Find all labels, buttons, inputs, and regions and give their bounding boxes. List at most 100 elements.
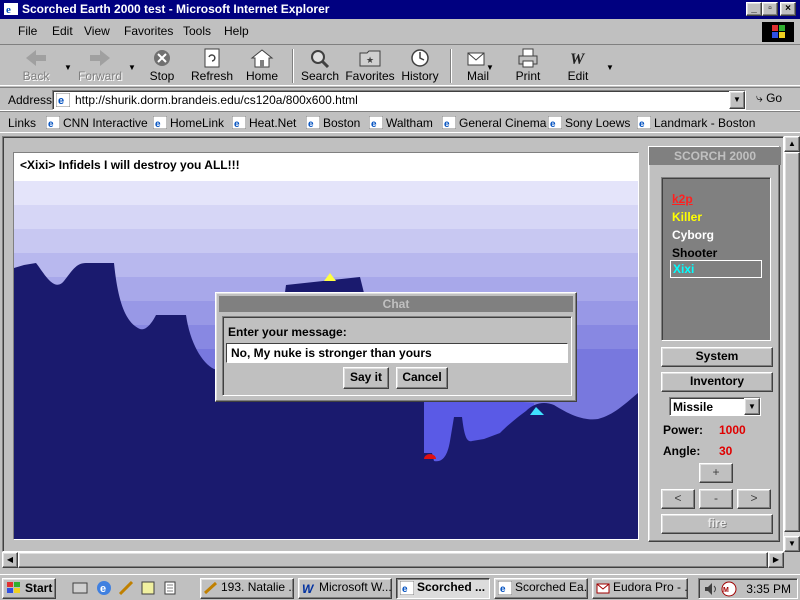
forward-arrow-icon <box>90 50 110 66</box>
print-button[interactable]: Print <box>500 47 556 85</box>
stop-button[interactable]: Stop <box>134 47 190 85</box>
task-eudora-pro[interactable]: Eudora Pro - ... <box>592 578 688 599</box>
mail-button[interactable]: Mail <box>450 47 506 85</box>
edit-dropdown-icon[interactable]: ▼ <box>606 63 614 72</box>
menu-view[interactable]: View <box>84 24 110 38</box>
player-killer[interactable]: Killer <box>672 210 702 224</box>
channels-icon[interactable] <box>118 580 134 596</box>
edit-button[interactable]: W Edit <box>550 47 606 85</box>
address-dropdown-button[interactable]: ▼ <box>729 91 745 109</box>
forward-button[interactable]: Forward <box>72 47 128 85</box>
task-microsoft-word[interactable]: W Microsoft W... <box>298 578 392 599</box>
scroll-up-icon[interactable]: ▲ <box>784 136 800 152</box>
menu-favorites[interactable]: Favorites <box>124 24 173 38</box>
inventory-button[interactable]: Inventory <box>661 372 773 392</box>
player-k2p[interactable]: k2p <box>672 192 693 206</box>
link-waltham[interactable]: e Waltham <box>369 116 433 130</box>
link-heat-net[interactable]: e Heat.Net <box>232 116 296 130</box>
angle-value: 30 <box>719 444 733 458</box>
chat-message-input[interactable]: No, My nuke is stronger than yours <box>226 343 568 363</box>
volume-icon[interactable] <box>703 581 719 597</box>
svg-text:e: e <box>234 119 240 129</box>
system-button[interactable]: System <box>661 347 773 367</box>
search-button[interactable]: Search <box>292 47 348 85</box>
horizontal-scrollbar[interactable]: ◀ ▶ <box>2 552 784 568</box>
back-button[interactable]: Back <box>8 47 64 85</box>
link-homelink[interactable]: e HomeLink <box>153 116 224 130</box>
printer-icon <box>518 48 538 68</box>
chat-prompt-label: Enter your message: <box>228 325 347 339</box>
link-page-icon: e <box>46 116 60 129</box>
task-scorched-earth[interactable]: e Scorched Ea... <box>494 578 588 599</box>
notepad-icon[interactable] <box>162 580 178 596</box>
task-scorched-active[interactable]: e Scorched ... <box>396 578 490 599</box>
svg-text:M: M <box>723 587 729 594</box>
back-dropdown-icon[interactable]: ▼ <box>64 63 72 72</box>
links-bar: Links e CNN Interactive e HomeLink e Heat.N… <box>0 111 800 133</box>
scroll-down-icon[interactable]: ▼ <box>784 536 800 552</box>
history-button[interactable]: History <box>392 47 448 85</box>
home-button[interactable]: Home <box>234 47 290 85</box>
menu-tools[interactable]: Tools <box>183 24 211 38</box>
outlook-icon[interactable] <box>140 580 156 596</box>
svg-text:★: ★ <box>366 55 374 65</box>
svg-text:W: W <box>302 582 315 595</box>
menu-file[interactable]: File <box>18 24 37 38</box>
decrease-button[interactable]: - <box>699 489 733 509</box>
increase-button[interactable]: + <box>699 463 733 483</box>
menu-help[interactable]: Help <box>224 24 249 38</box>
task-natalie[interactable]: 193. Natalie ... <box>200 578 294 599</box>
right-button[interactable]: > <box>737 489 771 509</box>
say-it-button[interactable]: Say it <box>343 367 389 389</box>
link-page-icon: e <box>153 116 167 129</box>
clock: 3:35 PM <box>746 582 791 596</box>
menu-edit[interactable]: Edit <box>52 24 73 38</box>
mail-dropdown-icon[interactable]: ▼ <box>486 63 494 72</box>
address-input[interactable]: e http://shurik.dorm.brandeis.edu/cs120a… <box>52 90 746 110</box>
svg-text:e: e <box>444 119 450 129</box>
ie-quicklaunch-icon[interactable]: e <box>96 580 112 596</box>
angle-label: Angle: <box>663 444 701 458</box>
scroll-right-icon[interactable]: ▶ <box>768 552 784 568</box>
scroll-left-icon[interactable]: ◀ <box>2 552 18 568</box>
refresh-button[interactable]: Refresh <box>184 47 240 85</box>
svg-text:e: e <box>639 119 645 129</box>
minimize-button[interactable]: _ <box>746 2 762 16</box>
close-button[interactable]: × <box>780 2 796 16</box>
favorites-button[interactable]: ★ Favorites <box>342 47 398 85</box>
maximize-button[interactable]: ▫ <box>762 2 778 16</box>
control-panel: SCORCH 2000 k2p Killer Cyborg Shooter Xi… <box>648 146 781 542</box>
link-boston[interactable]: e Boston <box>306 116 360 130</box>
refresh-icon <box>204 48 220 68</box>
ie-page-icon: e <box>498 581 512 595</box>
left-button[interactable]: < <box>661 489 695 509</box>
link-general-cinema[interactable]: e General Cinema <box>442 116 546 130</box>
fire-button[interactable]: fire <box>661 514 773 534</box>
address-url: http://shurik.dorm.brandeis.edu/cs120a/8… <box>75 93 358 107</box>
go-button[interactable]: ⤷ Go <box>756 91 782 106</box>
player-xixi[interactable]: Xixi <box>670 260 762 278</box>
link-cnn-interactive[interactable]: e CNN Interactive <box>46 116 148 130</box>
weapon-select[interactable]: Missile ▼ <box>669 397 761 416</box>
link-page-icon: e <box>369 116 383 129</box>
player-shooter[interactable]: Shooter <box>672 246 717 260</box>
antivirus-icon[interactable]: M <box>721 581 737 597</box>
go-label: Go <box>766 91 783 105</box>
vertical-scroll-thumb[interactable] <box>784 152 800 532</box>
panel-title: SCORCH 2000 <box>649 147 781 165</box>
cancel-button[interactable]: Cancel <box>396 367 448 389</box>
horizontal-scroll-thumb[interactable] <box>18 552 768 568</box>
power-label: Power: <box>663 423 704 437</box>
windows-logo-icon <box>762 22 794 42</box>
link-landmark-boston[interactable]: e Landmark - Boston <box>637 116 755 130</box>
link-sony-loews[interactable]: e Sony Loews <box>548 116 630 130</box>
taskbar: Start e 193. Natalie ... W Microsoft W..… <box>0 574 800 600</box>
show-desktop-icon[interactable] <box>72 580 88 596</box>
weapon-dropdown-icon[interactable]: ▼ <box>744 398 760 415</box>
page-icon: e <box>56 93 70 107</box>
vertical-scrollbar[interactable]: ▲ ▼ <box>784 136 800 552</box>
start-button[interactable]: Start <box>2 578 56 599</box>
power-value: 1000 <box>719 423 746 437</box>
player-cyborg[interactable]: Cyborg <box>672 228 714 242</box>
player-list[interactable]: k2p Killer Cyborg Shooter Xixi <box>661 177 771 341</box>
